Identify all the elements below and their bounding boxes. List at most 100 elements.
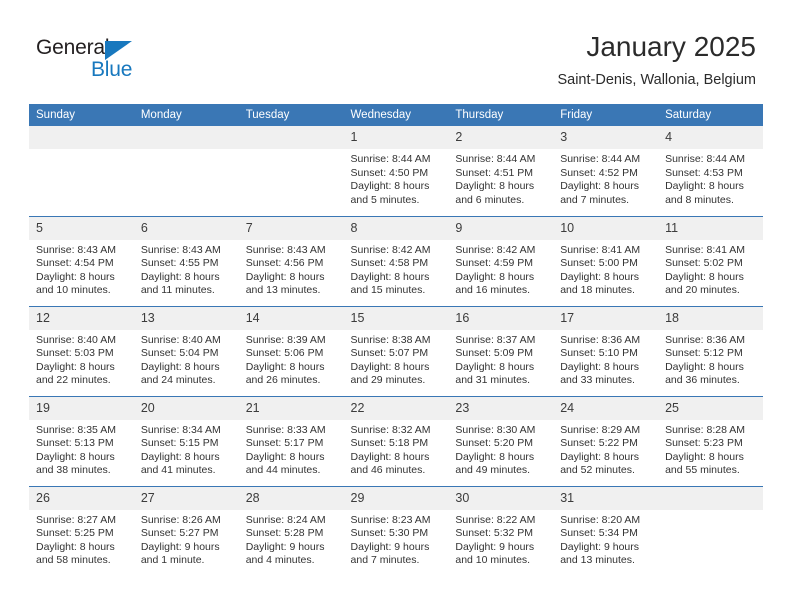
sunrise-time: Sunrise: 8:44 AM [350,153,431,165]
day-details [658,510,763,514]
calendar-week-row: 12 Sunrise: 8:40 AM Sunset: 5:03 PM Dayligh… [29,305,763,396]
sunset-time: Sunset: 5:13 PM [36,437,114,450]
daylight-duration-line1: Daylight: 8 hours [140,450,220,463]
calendar-day-cell[interactable]: 12 Sunrise: 8:40 AM Sunset: 5:03 PM Dayligh… [29,305,134,396]
calendar-day-cell[interactable]: 3 Sunrise: 8:44 AM Sunset: 4:52 PM Daylight… [553,126,659,216]
calendar-day-cell[interactable]: 29 Sunrise: 8:23 AM Sunset: 5:30 PM Dayligh… [343,485,449,576]
calendar-day-cell[interactable]: 26 Sunrise: 8:27 AM Sunset: 5:25 PM Dayligh… [29,485,134,576]
daylight-duration-line1: Daylight: 9 hours [245,540,325,553]
day-number: 6 [133,216,239,240]
calendar-day-cell[interactable]: 13 Sunrise: 8:40 AM Sunset: 5:04 PM Dayligh… [133,305,239,396]
page-subtitle: Saint-Denis, Wallonia, Belgium [557,72,756,88]
day-number: 3 [553,126,659,149]
calendar-day-cell[interactable]: 28 Sunrise: 8:24 AM Sunset: 5:28 PM Dayligh… [238,485,344,576]
day-details: Sunrise: 8:28 AM Sunset: 5:23 PM Daylight:… [658,420,763,478]
sunset-time: Sunset: 5:06 PM [245,347,324,360]
day-details: Sunrise: 8:42 AM Sunset: 4:59 PM Daylight:… [448,240,553,298]
daylight-duration-line2: and 4 minutes. [245,554,315,567]
calendar-day-cell[interactable]: 27 Sunrise: 8:26 AM Sunset: 5:27 PM Dayligh… [133,485,239,576]
daylight-duration-line1: Daylight: 8 hours [350,450,430,463]
day-number: 7 [238,216,344,240]
sunset-time: Sunset: 5:07 PM [350,347,429,360]
calendar-day-cell[interactable]: 17 Sunrise: 8:36 AM Sunset: 5:10 PM Dayligh… [553,305,659,396]
sunrise-time: Sunrise: 8:39 AM [245,333,326,346]
sunrise-time: Sunrise: 8:36 AM [665,333,746,346]
calendar-day-cell[interactable]: 1 Sunrise: 8:44 AM Sunset: 4:50 PM Daylight… [343,126,449,216]
day-details: Sunrise: 8:44 AM Sunset: 4:50 PM Daylight:… [344,149,449,207]
sunrise-time: Sunrise: 8:38 AM [350,333,431,346]
daylight-duration-line2: and 36 minutes. [665,374,740,387]
sunrise-time: Sunrise: 8:26 AM [140,513,221,526]
day-details: Sunrise: 8:20 AM Sunset: 5:34 PM Daylight:… [553,510,658,568]
day-details: Sunrise: 8:36 AM Sunset: 5:10 PM Daylight:… [553,330,658,388]
calendar-day-cell[interactable]: 18 Sunrise: 8:36 AM Sunset: 5:12 PM Dayligh… [658,305,763,396]
calendar-day-cell[interactable]: 14 Sunrise: 8:39 AM Sunset: 5:06 PM Dayligh… [238,305,344,396]
daylight-duration-line1: Daylight: 9 hours [560,540,640,553]
calendar-day-cell[interactable] [133,126,239,216]
sunset-time: Sunset: 5:12 PM [665,347,743,360]
day-content: 5 Sunrise: 8:43 AM Sunset: 4:54 PM Daylight… [29,216,134,306]
calendar-day-cell[interactable] [238,126,344,216]
daylight-duration-line1: Daylight: 8 hours [350,180,430,193]
sunset-time: Sunset: 4:52 PM [560,166,638,179]
sunrise-time: Sunrise: 8:41 AM [665,243,746,256]
sunrise-time: Sunrise: 8:44 AM [455,153,536,165]
calendar-day-cell[interactable] [29,126,134,216]
calendar-day-cell[interactable]: 25 Sunrise: 8:28 AM Sunset: 5:23 PM Dayligh… [658,395,763,486]
calendar-day-cell[interactable]: 16 Sunrise: 8:37 AM Sunset: 5:09 PM Dayligh… [448,305,554,396]
daylight-duration-line1: Daylight: 8 hours [245,450,325,463]
calendar-day-cell[interactable]: 4 Sunrise: 8:44 AM Sunset: 4:53 PM Daylight… [658,126,763,216]
brand-logo[interactable]: General Blue [36,36,186,84]
calendar-day-cell[interactable] [658,485,763,576]
calendar-day-cell[interactable]: 6 Sunrise: 8:43 AM Sunset: 4:55 PM Daylight… [133,215,239,306]
day-content: 23 Sunrise: 8:30 AM Sunset: 5:20 PM Dayligh… [448,396,554,486]
day-number: 2 [448,126,554,149]
sunset-time: Sunset: 5:18 PM [350,437,429,450]
daylight-duration-line1: Daylight: 8 hours [350,270,430,283]
calendar-day-cell[interactable]: 10 Sunrise: 8:41 AM Sunset: 5:00 PM Dayligh… [553,215,659,306]
day-content: 7 Sunrise: 8:43 AM Sunset: 4:56 PM Daylight… [238,216,344,306]
calendar-day-cell[interactable]: 9 Sunrise: 8:42 AM Sunset: 4:59 PM Daylight… [448,215,554,306]
calendar-day-cell[interactable]: 8 Sunrise: 8:42 AM Sunset: 4:58 PM Daylight… [343,215,449,306]
brand-name-blue: Blue [91,58,133,81]
daylight-duration-line2: and 8 minutes. [665,193,734,206]
calendar-day-cell[interactable]: 24 Sunrise: 8:29 AM Sunset: 5:22 PM Dayligh… [553,395,659,486]
sunset-time: Sunset: 5:20 PM [455,437,534,450]
calendar-day-cell[interactable]: 23 Sunrise: 8:30 AM Sunset: 5:20 PM Dayligh… [448,395,554,486]
calendar-day-cell[interactable]: 7 Sunrise: 8:43 AM Sunset: 4:56 PM Daylight… [238,215,344,306]
daylight-duration-line1: Daylight: 8 hours [560,450,640,463]
day-number: 19 [29,396,134,420]
sunrise-time: Sunrise: 8:41 AM [560,243,641,256]
calendar-day-cell[interactable]: 30 Sunrise: 8:22 AM Sunset: 5:32 PM Dayligh… [448,485,554,576]
day-details: Sunrise: 8:23 AM Sunset: 5:30 PM Daylight:… [344,510,449,568]
calendar-day-cell[interactable]: 22 Sunrise: 8:32 AM Sunset: 5:18 PM Dayligh… [343,395,449,486]
sunrise-time: Sunrise: 8:40 AM [140,333,221,346]
calendar-day-cell[interactable]: 2 Sunrise: 8:44 AM Sunset: 4:51 PM Daylight… [448,126,554,216]
calendar-day-cell[interactable]: 11 Sunrise: 8:41 AM Sunset: 5:02 PM Dayligh… [658,215,763,306]
day-details [29,149,134,153]
calendar-day-cell[interactable]: 20 Sunrise: 8:34 AM Sunset: 5:15 PM Dayligh… [133,395,239,486]
day-number: 15 [343,306,449,330]
day-number: 9 [448,216,554,240]
day-number: 8 [343,216,449,240]
sunset-time: Sunset: 4:53 PM [665,166,743,179]
day-content: 17 Sunrise: 8:36 AM Sunset: 5:10 PM Dayligh… [553,306,659,396]
brand-name-general: General [36,36,110,59]
day-details: Sunrise: 8:33 AM Sunset: 5:17 PM Daylight:… [239,420,344,478]
calendar-week-row: 1 Sunrise: 8:44 AM Sunset: 4:50 PM Daylight… [29,126,763,216]
title-block: January 2025 Saint-Denis, Wallonia, Belg… [557,30,756,90]
calendar-day-cell[interactable]: 15 Sunrise: 8:38 AM Sunset: 5:07 PM Dayligh… [343,305,449,396]
calendar-day-cell[interactable]: 21 Sunrise: 8:33 AM Sunset: 5:17 PM Dayligh… [238,395,344,486]
calendar-day-cell[interactable]: 5 Sunrise: 8:43 AM Sunset: 4:54 PM Daylight… [29,215,134,306]
sunrise-time: Sunrise: 8:32 AM [350,423,431,436]
sunrise-time: Sunrise: 8:29 AM [560,423,641,436]
calendar-day-cell[interactable]: 19 Sunrise: 8:35 AM Sunset: 5:13 PM Dayligh… [29,395,134,486]
day-details: Sunrise: 8:32 AM Sunset: 5:18 PM Daylight:… [344,420,449,478]
daylight-duration-line2: and 29 minutes. [350,374,426,387]
day-details: Sunrise: 8:40 AM Sunset: 5:03 PM Daylight:… [29,330,134,388]
calendar-day-cell[interactable]: 31 Sunrise: 8:20 AM Sunset: 5:34 PM Dayligh… [553,485,659,576]
day-number: 18 [658,306,763,330]
weekday-header-tuesday: Tuesday [238,104,344,126]
day-number [29,126,134,149]
daylight-duration-line2: and 15 minutes. [350,284,426,297]
